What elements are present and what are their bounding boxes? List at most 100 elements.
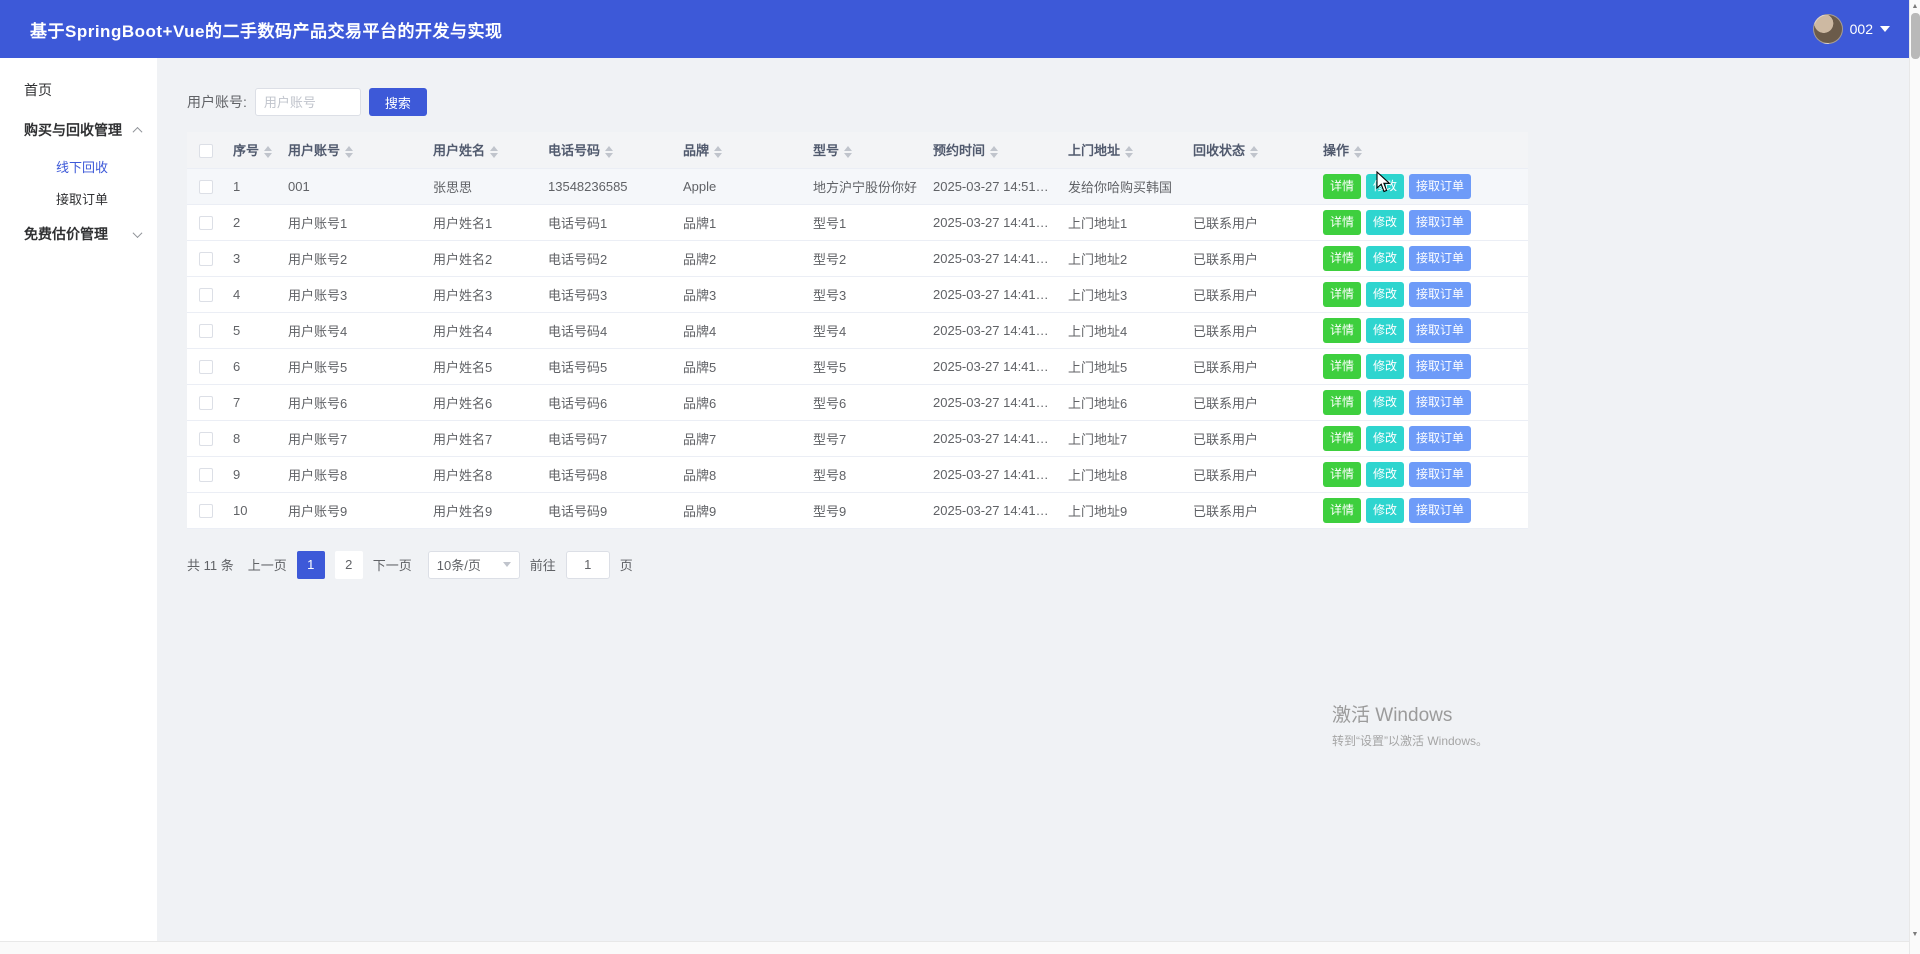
table-cell: 品牌7 — [675, 420, 805, 456]
edit-button[interactable]: 修改 — [1366, 318, 1404, 343]
table-row: 4用户账号3用户姓名3电话号码3品牌3型号32025-03-27 14:41:0… — [187, 276, 1528, 312]
edit-button[interactable]: 修改 — [1366, 246, 1404, 271]
sort-icon[interactable] — [264, 146, 272, 158]
select-all-checkbox[interactable] — [199, 144, 213, 158]
row-checkbox[interactable] — [199, 504, 213, 518]
detail-button[interactable]: 详情 — [1323, 246, 1361, 271]
prev-page-button[interactable]: 上一页 — [248, 555, 287, 574]
edit-button[interactable]: 修改 — [1366, 174, 1404, 199]
edit-button[interactable]: 修改 — [1366, 462, 1404, 487]
row-checkbox[interactable] — [199, 180, 213, 194]
table-cell: 2025-03-27 14:41:09 — [925, 420, 1060, 456]
column-header[interactable]: 品牌 — [675, 132, 805, 168]
column-header[interactable]: 序号 — [225, 132, 280, 168]
column-header[interactable]: 用户姓名 — [425, 132, 540, 168]
sort-icon[interactable] — [345, 146, 353, 158]
detail-button[interactable]: 详情 — [1323, 210, 1361, 235]
row-checkbox[interactable] — [199, 324, 213, 338]
avatar[interactable] — [1813, 14, 1843, 44]
accept-order-button[interactable]: 接取订单 — [1409, 354, 1471, 379]
table-cell: 2025-03-27 14:51:37 — [925, 168, 1060, 204]
row-checkbox[interactable] — [199, 432, 213, 446]
scrollbar-thumb[interactable] — [1911, 13, 1920, 59]
row-checkbox[interactable] — [199, 468, 213, 482]
detail-button[interactable]: 详情 — [1323, 498, 1361, 523]
accept-order-button[interactable]: 接取订单 — [1409, 390, 1471, 415]
row-checkbox[interactable] — [199, 396, 213, 410]
edit-button[interactable]: 修改 — [1366, 210, 1404, 235]
page-size-select[interactable]: 10条/页 — [428, 551, 520, 579]
scroll-down-arrow-icon[interactable]: ▼ — [1910, 928, 1920, 941]
sidebar-group-free-valuation[interactable]: 免费估价管理 — [0, 214, 157, 254]
page-1-button[interactable]: 1 — [297, 551, 325, 579]
table-cell: 品牌9 — [675, 492, 805, 528]
search-input[interactable] — [255, 88, 361, 116]
sidebar-item-home[interactable]: 首页 — [0, 70, 157, 110]
column-header[interactable]: 操作 — [1315, 132, 1528, 168]
pagination: 共 11 条 上一页 1 2 下一页 10条/页 前往 页 — [187, 551, 1920, 579]
detail-button[interactable]: 详情 — [1323, 354, 1361, 379]
accept-order-button[interactable]: 接取订单 — [1409, 210, 1471, 235]
sort-icon[interactable] — [844, 146, 852, 158]
table-cell: 电话号码3 — [540, 276, 675, 312]
column-header[interactable]: 用户账号 — [280, 132, 425, 168]
column-header[interactable]: 型号 — [805, 132, 925, 168]
detail-button[interactable]: 详情 — [1323, 426, 1361, 451]
sort-icon[interactable] — [990, 146, 998, 158]
sidebar-item-offline-recycle[interactable]: 线下回收 — [0, 150, 157, 182]
edit-button[interactable]: 修改 — [1366, 390, 1404, 415]
accept-order-button[interactable]: 接取订单 — [1409, 246, 1471, 271]
row-checkbox[interactable] — [199, 360, 213, 374]
accept-order-button[interactable]: 接取订单 — [1409, 174, 1471, 199]
sort-icon[interactable] — [605, 146, 613, 158]
goto-page-input[interactable] — [566, 551, 610, 579]
sort-icon[interactable] — [1125, 146, 1133, 158]
table-cell: 10 — [225, 492, 280, 528]
table-cell: 已联系用户 — [1185, 276, 1315, 312]
sort-icon[interactable] — [714, 146, 722, 158]
sort-icon[interactable] — [1354, 146, 1362, 158]
edit-button[interactable]: 修改 — [1366, 426, 1404, 451]
row-checkbox[interactable] — [199, 288, 213, 302]
sort-icon[interactable] — [490, 146, 498, 158]
table-cell: 已联系用户 — [1185, 312, 1315, 348]
column-header[interactable]: 上门地址 — [1060, 132, 1185, 168]
detail-button[interactable]: 详情 — [1323, 174, 1361, 199]
accept-order-button[interactable]: 接取订单 — [1409, 282, 1471, 307]
detail-button[interactable]: 详情 — [1323, 390, 1361, 415]
row-checkbox[interactable] — [199, 216, 213, 230]
chevron-up-icon — [133, 126, 143, 136]
accept-order-button[interactable]: 接取订单 — [1409, 462, 1471, 487]
horizontal-scrollbar[interactable] — [0, 941, 1909, 954]
user-menu[interactable]: 002 — [1813, 14, 1890, 44]
detail-button[interactable]: 详情 — [1323, 282, 1361, 307]
accept-order-button[interactable]: 接取订单 — [1409, 318, 1471, 343]
sort-icon[interactable] — [1250, 146, 1258, 158]
sidebar-item-accept-orders[interactable]: 接取订单 — [0, 182, 157, 214]
next-page-button[interactable]: 下一页 — [373, 555, 412, 574]
sidebar-group-purchase-recycle[interactable]: 购买与回收管理 — [0, 110, 157, 150]
column-header[interactable]: 回收状态 — [1185, 132, 1315, 168]
table-cell: 3 — [225, 240, 280, 276]
table-row: 3用户账号2用户姓名2电话号码2品牌2型号22025-03-27 14:41:0… — [187, 240, 1528, 276]
edit-button[interactable]: 修改 — [1366, 282, 1404, 307]
detail-button[interactable]: 详情 — [1323, 318, 1361, 343]
detail-button[interactable]: 详情 — [1323, 462, 1361, 487]
accept-order-button[interactable]: 接取订单 — [1409, 426, 1471, 451]
table-cell: 型号7 — [805, 420, 925, 456]
page-2-button[interactable]: 2 — [335, 551, 363, 579]
accept-order-button[interactable]: 接取订单 — [1409, 498, 1471, 523]
table-cell: 型号4 — [805, 312, 925, 348]
sidebar: 首页 购买与回收管理 线下回收 接取订单 免费估价管理 — [0, 58, 157, 954]
row-checkbox[interactable] — [199, 252, 213, 266]
vertical-scrollbar[interactable]: ▲ ▼ — [1909, 0, 1920, 954]
column-header[interactable]: 预约时间 — [925, 132, 1060, 168]
edit-button[interactable]: 修改 — [1366, 498, 1404, 523]
table-cell: 电话号码1 — [540, 204, 675, 240]
column-header[interactable]: 电话号码 — [540, 132, 675, 168]
edit-button[interactable]: 修改 — [1366, 354, 1404, 379]
search-button[interactable]: 搜索 — [369, 88, 427, 116]
scroll-up-arrow-icon[interactable]: ▲ — [1910, 0, 1920, 13]
goto-label: 前往 — [530, 555, 556, 574]
table-cell: 2025-03-27 14:41:09 — [925, 204, 1060, 240]
